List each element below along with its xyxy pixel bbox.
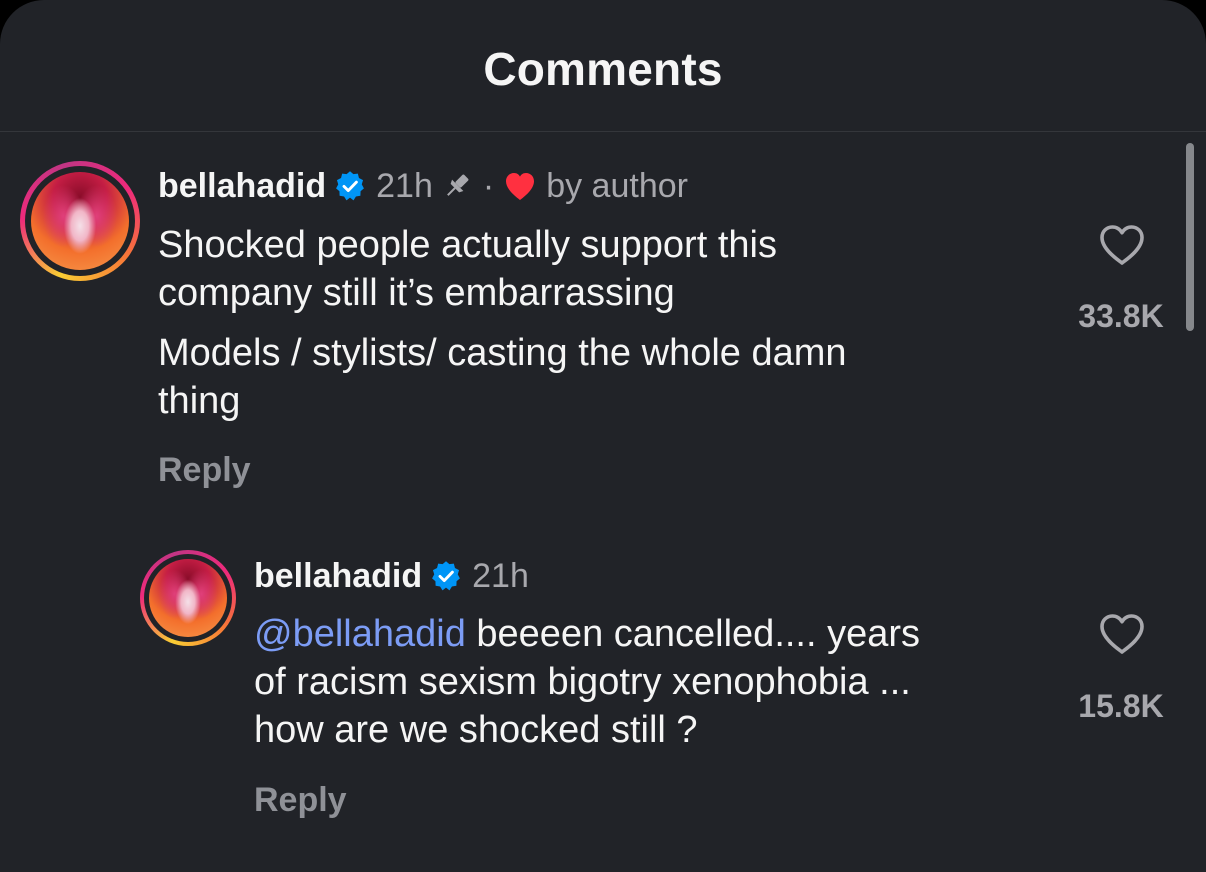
comment-line: @bellahadid beeeen cancelled.... years bbox=[254, 610, 1054, 658]
comment-line: how are we shocked still ? bbox=[254, 709, 698, 751]
comment-time: 21h bbox=[472, 557, 529, 595]
verified-badge-icon bbox=[336, 171, 365, 201]
page-title: Comments bbox=[483, 43, 723, 95]
comment-line: of racism sexism bigotry xenophobia ... bbox=[254, 661, 911, 703]
comment-time: 21h bbox=[376, 167, 433, 205]
mention-link[interactable]: @bellahadid bbox=[254, 613, 466, 655]
comment-username[interactable]: bellahadid bbox=[254, 556, 422, 596]
comment-line: thing bbox=[158, 380, 241, 422]
comment-line: Shocked people actually support this bbox=[158, 224, 777, 266]
meta-separator: · bbox=[482, 167, 495, 205]
comments-sheet: Comments bellahadid 21h · by author Shoc… bbox=[0, 0, 1206, 872]
like-count: 15.8K bbox=[1078, 688, 1164, 724]
comment-line-text: beeeen cancelled.... years bbox=[465, 613, 921, 655]
avatar[interactable] bbox=[140, 550, 236, 646]
pin-icon bbox=[446, 174, 469, 196]
comment-text: @bellahadid beeeen cancelled.... years o… bbox=[254, 610, 1054, 754]
liked-by-author-label: by author bbox=[546, 167, 688, 205]
avatar-image bbox=[149, 559, 227, 637]
avatar-image bbox=[31, 172, 129, 270]
verified-badge-icon bbox=[432, 561, 461, 591]
heart-outline-icon[interactable] bbox=[1098, 223, 1146, 267]
avatar[interactable] bbox=[20, 161, 140, 281]
comment-text: Shocked people actually support this com… bbox=[158, 221, 1038, 425]
scrollbar[interactable] bbox=[1186, 143, 1194, 331]
heart-outline-icon[interactable] bbox=[1098, 612, 1146, 656]
comments-header: Comments bbox=[0, 0, 1206, 132]
heart-filled-icon bbox=[506, 173, 535, 200]
reply-button[interactable]: Reply bbox=[254, 781, 347, 820]
comment-line: Models / stylists/ casting the whole dam… bbox=[158, 332, 847, 374]
like-count: 33.8K bbox=[1078, 298, 1164, 334]
comment-line: company still it’s embarrassing bbox=[158, 272, 675, 314]
comment-username[interactable]: bellahadid bbox=[158, 166, 326, 206]
reply-button[interactable]: Reply bbox=[158, 451, 251, 490]
